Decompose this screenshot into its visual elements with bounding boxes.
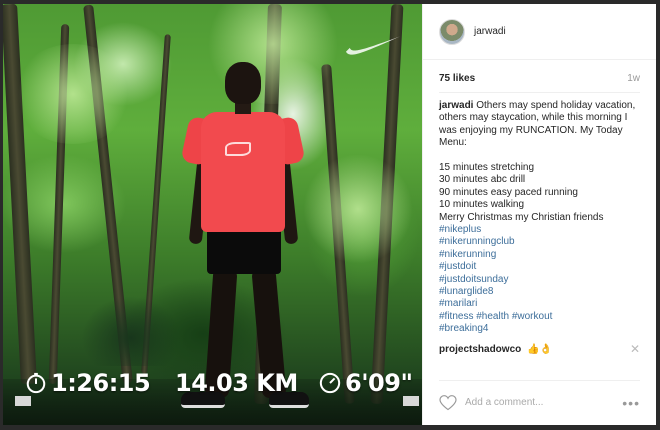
divider xyxy=(439,92,640,93)
post-caption: jarwadi Others may spend holiday vacatio… xyxy=(439,100,646,336)
likes-count[interactable]: 75 likes xyxy=(439,73,475,84)
hashtag-link[interactable]: #justdoit xyxy=(439,261,646,273)
post-side-panel: jarwadi 75 likes 1w jarwadi Others may s… xyxy=(422,4,656,425)
runner-figure xyxy=(173,62,313,422)
caption-line: Merry Christmas my Christian friends xyxy=(439,211,604,223)
hashtag-link[interactable]: #fitness #health #workout xyxy=(439,311,646,323)
nike-swoosh-icon xyxy=(345,36,401,55)
caption-line: 15 minutes stretching xyxy=(439,162,535,174)
comment-footer: ••• xyxy=(439,380,640,424)
caption-line: 90 minutes easy paced running xyxy=(439,186,578,198)
header-username[interactable]: jarwadi xyxy=(474,26,506,37)
caption-line: 10 minutes walking xyxy=(439,199,525,211)
distance-value: 14.03 KM xyxy=(175,369,298,397)
pace-value: 6'09" xyxy=(345,369,413,397)
comment-username[interactable]: projectshadowco xyxy=(439,344,521,355)
likes-row: 75 likes 1w xyxy=(439,70,640,86)
duration-value: 1:26:15 xyxy=(51,369,151,397)
add-comment-input[interactable] xyxy=(465,397,623,408)
hashtag-link[interactable]: #justdoitsunday xyxy=(439,274,646,286)
comment-emoji: 👍👌 xyxy=(527,343,552,355)
hashtag-link[interactable]: #lunarglide8 xyxy=(439,286,646,298)
avatar[interactable] xyxy=(439,18,465,45)
caption-username[interactable]: jarwadi xyxy=(439,100,473,111)
hashtag-link[interactable]: #marilari xyxy=(439,298,646,310)
stopwatch-icon xyxy=(26,372,46,394)
post-photo[interactable]: 1:26:15 14.03 KM 6'09" xyxy=(3,4,422,425)
heart-icon[interactable] xyxy=(439,394,457,411)
speedometer-icon xyxy=(319,372,341,394)
instagram-post: 1:26:15 14.03 KM 6'09" jarwadi 75 likes … xyxy=(3,4,656,425)
post-time[interactable]: 1w xyxy=(627,73,640,84)
hashtag-link[interactable]: #nikerunning xyxy=(439,249,646,261)
distance-stat: 14.03 KM xyxy=(175,369,298,397)
pace-stat: 6'09" xyxy=(319,369,413,397)
potted-plant xyxy=(81,296,181,366)
run-stats-overlay: 1:26:15 14.03 KM 6'09" xyxy=(3,369,422,403)
comment-row: projectshadowco 👍👌 ✕ xyxy=(439,342,640,356)
post-header: jarwadi xyxy=(423,4,656,60)
more-options-icon[interactable]: ••• xyxy=(622,395,640,411)
hashtag-link[interactable]: #nikerunningclub xyxy=(439,236,646,248)
caption-line: 30 minutes abc drill xyxy=(439,174,526,186)
foliage xyxy=(13,44,133,144)
duration-stat: 1:26:15 xyxy=(25,369,151,397)
foliage xyxy=(303,154,413,264)
hashtag-link[interactable]: #breaking4 xyxy=(439,323,646,335)
delete-comment-icon[interactable]: ✕ xyxy=(630,342,640,356)
hashtag-link[interactable]: #nikeplus xyxy=(439,224,646,236)
shirt-logo xyxy=(225,142,251,156)
comment: projectshadowco 👍👌 xyxy=(439,344,552,355)
caption-first-line: jarwadi Others may spend holiday vacatio… xyxy=(439,100,646,150)
